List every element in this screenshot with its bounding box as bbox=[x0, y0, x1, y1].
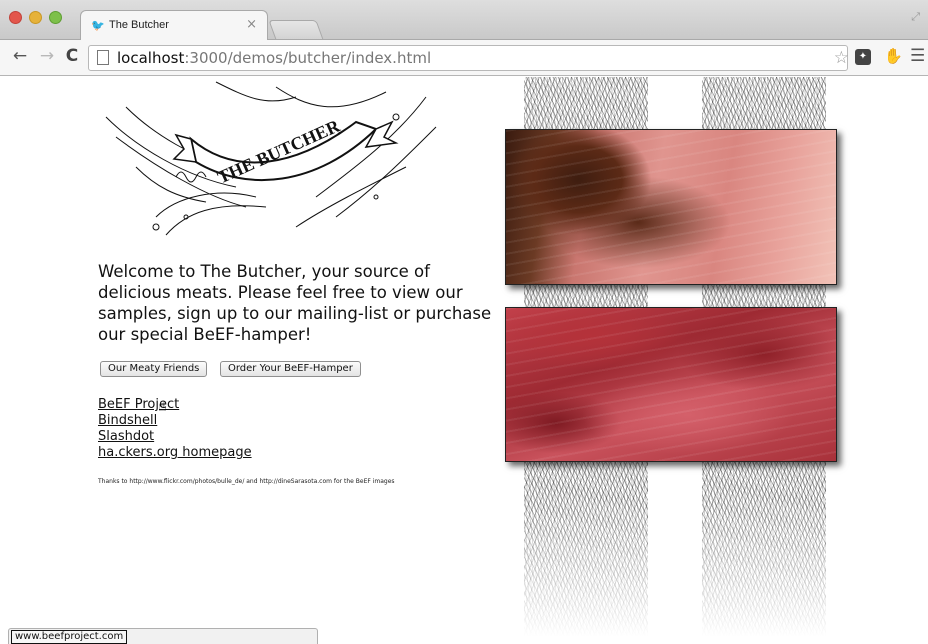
raw-beef-image bbox=[505, 307, 837, 462]
window-minimize-button[interactable] bbox=[29, 11, 42, 24]
page-icon bbox=[97, 50, 109, 65]
roast-beef-image bbox=[505, 129, 837, 285]
hand-extension-icon[interactable]: ✋ bbox=[884, 47, 903, 65]
page-viewport: THE BUTCHER Welcome to The Butcher, your… bbox=[0, 77, 928, 644]
tab-close-icon[interactable]: × bbox=[246, 17, 257, 32]
bookmark-star-icon[interactable]: ☆ bbox=[834, 48, 849, 68]
link-hackers-homepage[interactable]: ha.ckers.org homepage bbox=[98, 445, 252, 461]
meaty-friends-button[interactable]: Our Meaty Friends bbox=[100, 361, 208, 377]
forward-arrow-icon[interactable]: → bbox=[37, 46, 57, 66]
status-url: www.beefproject.com bbox=[11, 630, 128, 644]
link-bindshell[interactable]: Bindshell bbox=[98, 413, 157, 429]
browser-toolbar: ← → C localhost:3000/demos/butcher/index… bbox=[0, 40, 928, 76]
hand-pointer-icon: ☝ bbox=[158, 399, 167, 415]
url-path: :3000/demos/butcher/index.html bbox=[184, 49, 432, 67]
address-bar[interactable]: localhost:3000/demos/butcher/index.html … bbox=[88, 45, 849, 71]
extension-icon[interactable]: ✦ bbox=[855, 49, 871, 65]
welcome-text: Welcome to The Butcher, your source of d… bbox=[98, 262, 492, 344]
status-bar: www.beefproject.com bbox=[8, 628, 318, 644]
menu-icon[interactable]: ☰ bbox=[910, 46, 925, 66]
back-arrow-icon[interactable]: ← bbox=[10, 46, 30, 66]
tab-strip: 🐦 The Butcher × ⤢ bbox=[0, 0, 928, 41]
image-credits: Thanks to http://www.flickr.com/photos/b… bbox=[98, 478, 395, 485]
fullscreen-icon[interactable]: ⤢ bbox=[911, 10, 920, 24]
window-close-button[interactable] bbox=[9, 11, 22, 24]
bird-icon: 🐦 bbox=[91, 19, 105, 32]
browser-tab[interactable]: 🐦 The Butcher × bbox=[80, 10, 268, 41]
url-text[interactable]: localhost:3000/demos/butcher/index.html bbox=[117, 49, 431, 67]
url-host: localhost bbox=[117, 49, 185, 67]
new-tab-button[interactable] bbox=[268, 20, 324, 40]
link-beef-project[interactable]: BeEF Project bbox=[98, 397, 179, 413]
reload-icon[interactable]: C bbox=[62, 46, 82, 66]
link-list: BeEF Project Bindshell Slashdot ha.ckers… bbox=[98, 397, 252, 461]
order-hamper-button[interactable]: Order Your BeEF-Hamper bbox=[220, 361, 361, 377]
window-zoom-button[interactable] bbox=[49, 11, 62, 24]
butcher-logo: THE BUTCHER bbox=[105, 81, 437, 236]
link-slashdot[interactable]: Slashdot bbox=[98, 429, 154, 445]
tab-title: The Butcher bbox=[109, 19, 169, 31]
